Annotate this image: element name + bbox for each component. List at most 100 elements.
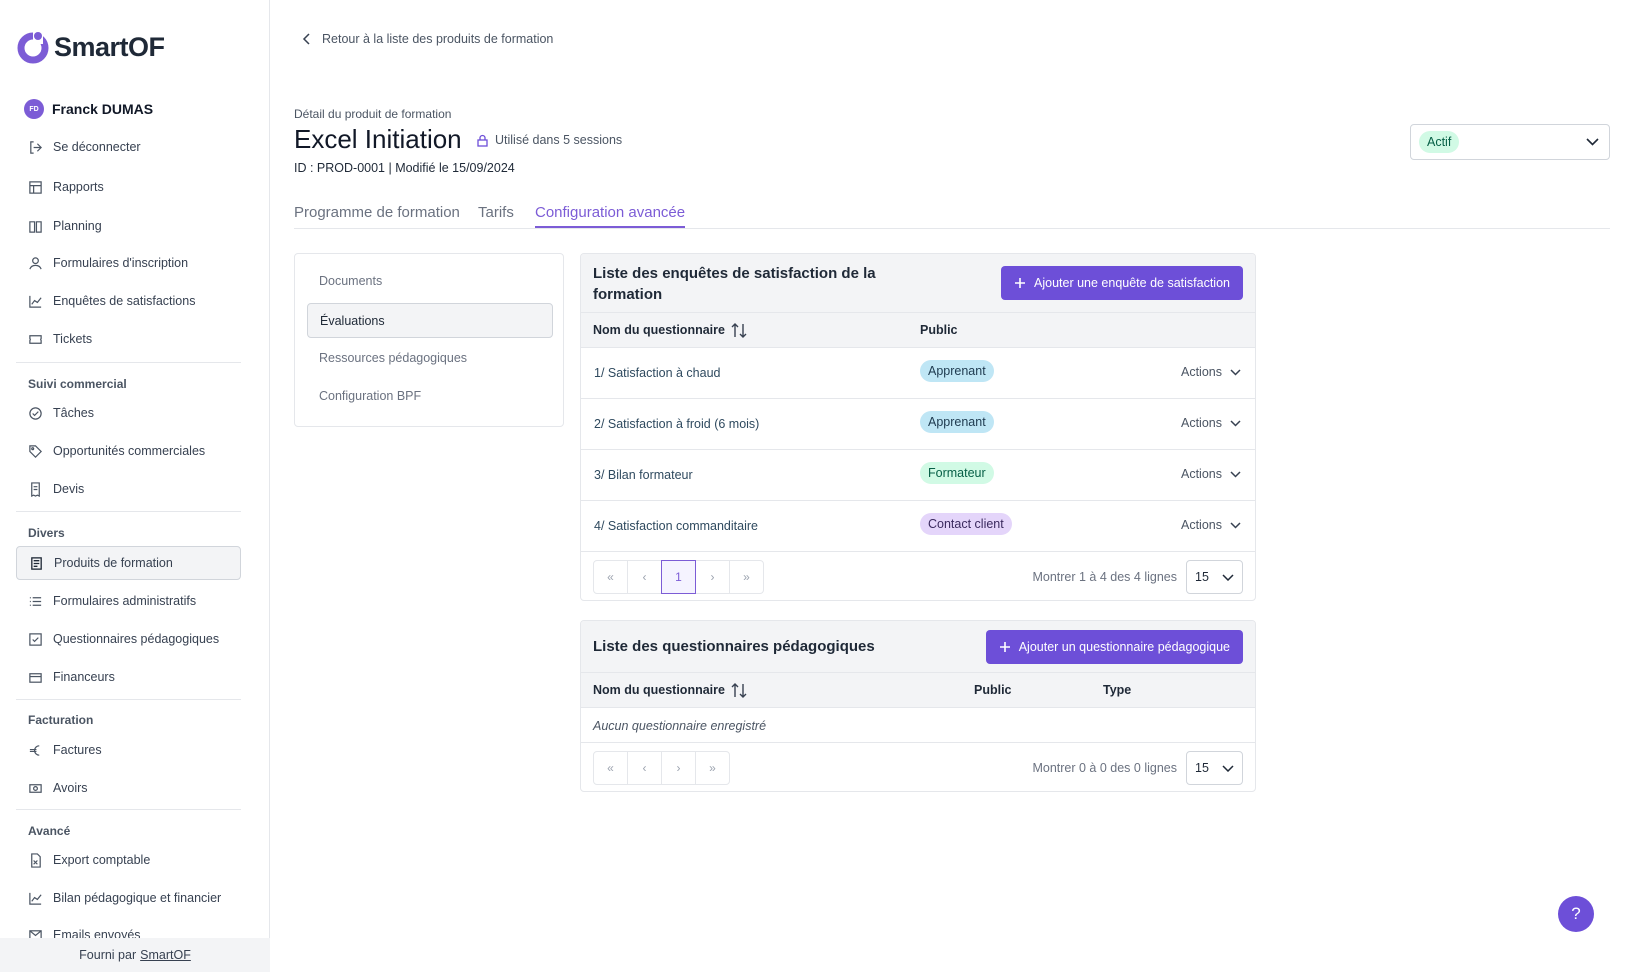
chart-icon [29,892,42,905]
column-header-type: Type [1103,683,1132,697]
user-profile[interactable]: FD Franck DUMAS [24,99,153,119]
page-size-select[interactable]: 15 [1186,560,1243,594]
divider [16,362,241,363]
sidebar-item-taches[interactable]: Tâches [16,396,241,430]
public-badge: Apprenant [920,360,994,382]
sidebar-item-avoirs[interactable]: Avoirs [16,771,241,805]
chart-icon [29,295,42,308]
chevron-down-icon [1222,573,1234,581]
last-page-button[interactable]: » [695,751,730,785]
actions-label: Actions [1181,518,1222,532]
row-name-link[interactable]: 2/ Satisfaction à froid (6 mois) [594,417,759,431]
logo[interactable]: SmartOF [16,30,165,64]
public-badge: Apprenant [920,411,994,433]
user-icon [29,256,42,269]
first-page-button[interactable]: « [593,751,628,785]
questionnaires-panel: Liste des questionnaires pédagogiques Aj… [580,620,1256,792]
table-row: 2/ Satisfaction à froid (6 mois) Apprena… [581,399,1255,450]
page-size-value: 15 [1195,570,1209,584]
sort-icon[interactable] [731,682,747,699]
page-title: Excel Initiation [294,124,462,154]
subnav-item-ressources[interactable]: Ressources pédagogiques [307,340,553,375]
public-badge: Formateur [920,462,994,484]
row-actions-dropdown[interactable]: Actions [1181,518,1241,532]
add-survey-button[interactable]: Ajouter une enquête de satisfaction [1001,266,1243,300]
document-icon [31,556,42,570]
surveys-table-header: Nom du questionnaire Public [581,313,1255,348]
banknote-icon [29,783,42,793]
sidebar-item-financeurs[interactable]: Financeurs [16,660,241,694]
column-header-name[interactable]: Nom du questionnaire [593,683,725,697]
page-button[interactable]: 1 [661,560,696,594]
empty-state-text: Aucun questionnaire enregistré [593,719,767,733]
actions-label: Actions [1181,365,1222,379]
next-page-button[interactable]: › [661,751,696,785]
table-icon [29,181,42,194]
sidebar-item-label: Formulaires administratifs [53,594,197,608]
tab-bar: Programme de formation Tarifs Configurat… [294,196,1610,229]
row-name-link[interactable]: 4/ Satisfaction commanditaire [594,519,758,533]
row-actions-dropdown[interactable]: Actions [1181,416,1241,430]
sidebar-item-factures[interactable]: Factures [16,733,241,767]
sidebar-item-emails[interactable]: Emails envoyés [16,919,241,938]
sidebar-item-label: Questionnaires pédagogiques [53,632,220,646]
row-name-link[interactable]: 3/ Bilan formateur [594,468,693,482]
user-name: Franck DUMAS [52,101,154,117]
add-questionnaire-label: Ajouter un questionnaire pédagogique [1018,640,1230,654]
sidebar-item-rapports[interactable]: Rapports [16,172,241,204]
sidebar-item-produits-formation[interactable]: Produits de formation [16,546,241,580]
sidebar-item-devis[interactable]: Devis [16,472,241,506]
sidebar-item-label: Factures [53,743,102,757]
plus-icon [1015,278,1026,288]
row-name-link[interactable]: 1/ Satisfaction à chaud [594,366,720,380]
row-actions-dropdown[interactable]: Actions [1181,467,1241,481]
pagination-info: Montrer 1 à 4 des 4 lignes [1032,570,1177,584]
lock-icon [477,134,488,147]
first-page-button[interactable]: « [593,560,628,594]
sidebar-item-formulaires-admin[interactable]: Formulaires administratifs [16,584,241,618]
chevron-down-icon [1230,368,1241,376]
add-questionnaire-button[interactable]: Ajouter un questionnaire pédagogique [985,630,1243,664]
status-select[interactable]: Actif [1410,124,1610,160]
sidebar-item-planning[interactable]: Planning [16,209,241,243]
checkbox-icon [29,632,42,646]
page-size-select[interactable]: 15 [1186,751,1243,785]
sidebar-item-label: Produits de formation [54,556,173,570]
next-page-button[interactable]: › [695,560,730,594]
add-survey-label: Ajouter une enquête de satisfaction [1034,276,1230,290]
help-button[interactable]: ? [1558,896,1594,932]
table-row: 4/ Satisfaction commanditaire Contact cl… [581,501,1255,552]
sidebar-footer: Fourni par SmartOF [0,938,270,972]
back-link-label: Retour à la liste des produits de format… [322,32,554,46]
sidebar-item-formulaires-inscription[interactable]: Formulaires d'inscription [16,246,241,280]
sidebar-item-bilan[interactable]: Bilan pédagogique et financier [16,881,241,915]
footer-link[interactable]: SmartOF [140,948,191,962]
tab-programme[interactable]: Programme de formation [294,204,460,221]
subnav-item-evaluations[interactable]: Évaluations [307,303,553,338]
euro-icon [29,744,40,756]
sort-icon[interactable] [731,322,747,339]
chevron-down-icon [1230,521,1241,529]
subnav-item-documents[interactable]: Documents [307,263,553,298]
row-actions-dropdown[interactable]: Actions [1181,365,1241,379]
prev-page-button[interactable]: ‹ [627,560,662,594]
prev-page-button[interactable]: ‹ [627,751,662,785]
tab-tarifs[interactable]: Tarifs [478,204,514,221]
sidebar-item-opportunites[interactable]: Opportunités commerciales [16,434,241,468]
column-label: Nom du questionnaire [593,323,725,337]
column-header-name[interactable]: Nom du questionnaire [593,323,725,337]
tab-configuration-avancee[interactable]: Configuration avancée [535,204,686,228]
ticket-icon [29,334,42,344]
sidebar-item-label: Planning [53,219,102,233]
logout-button[interactable]: Se déconnecter [16,130,241,164]
page-subtitle: Détail du produit de formation [294,107,452,121]
sidebar-item-export-comptable[interactable]: Export comptable [16,843,241,877]
logout-label: Se déconnecter [53,140,141,154]
sidebar-item-label: Avoirs [53,781,88,795]
last-page-button[interactable]: » [729,560,764,594]
subnav-item-bpf[interactable]: Configuration BPF [307,378,553,413]
sidebar-item-enquetes[interactable]: Enquêtes de satisfactions [16,284,241,318]
sidebar-item-questionnaires[interactable]: Questionnaires pédagogiques [16,622,241,656]
back-link[interactable]: Retour à la liste des produits de format… [302,32,553,46]
sidebar-item-tickets[interactable]: Tickets [16,322,241,356]
